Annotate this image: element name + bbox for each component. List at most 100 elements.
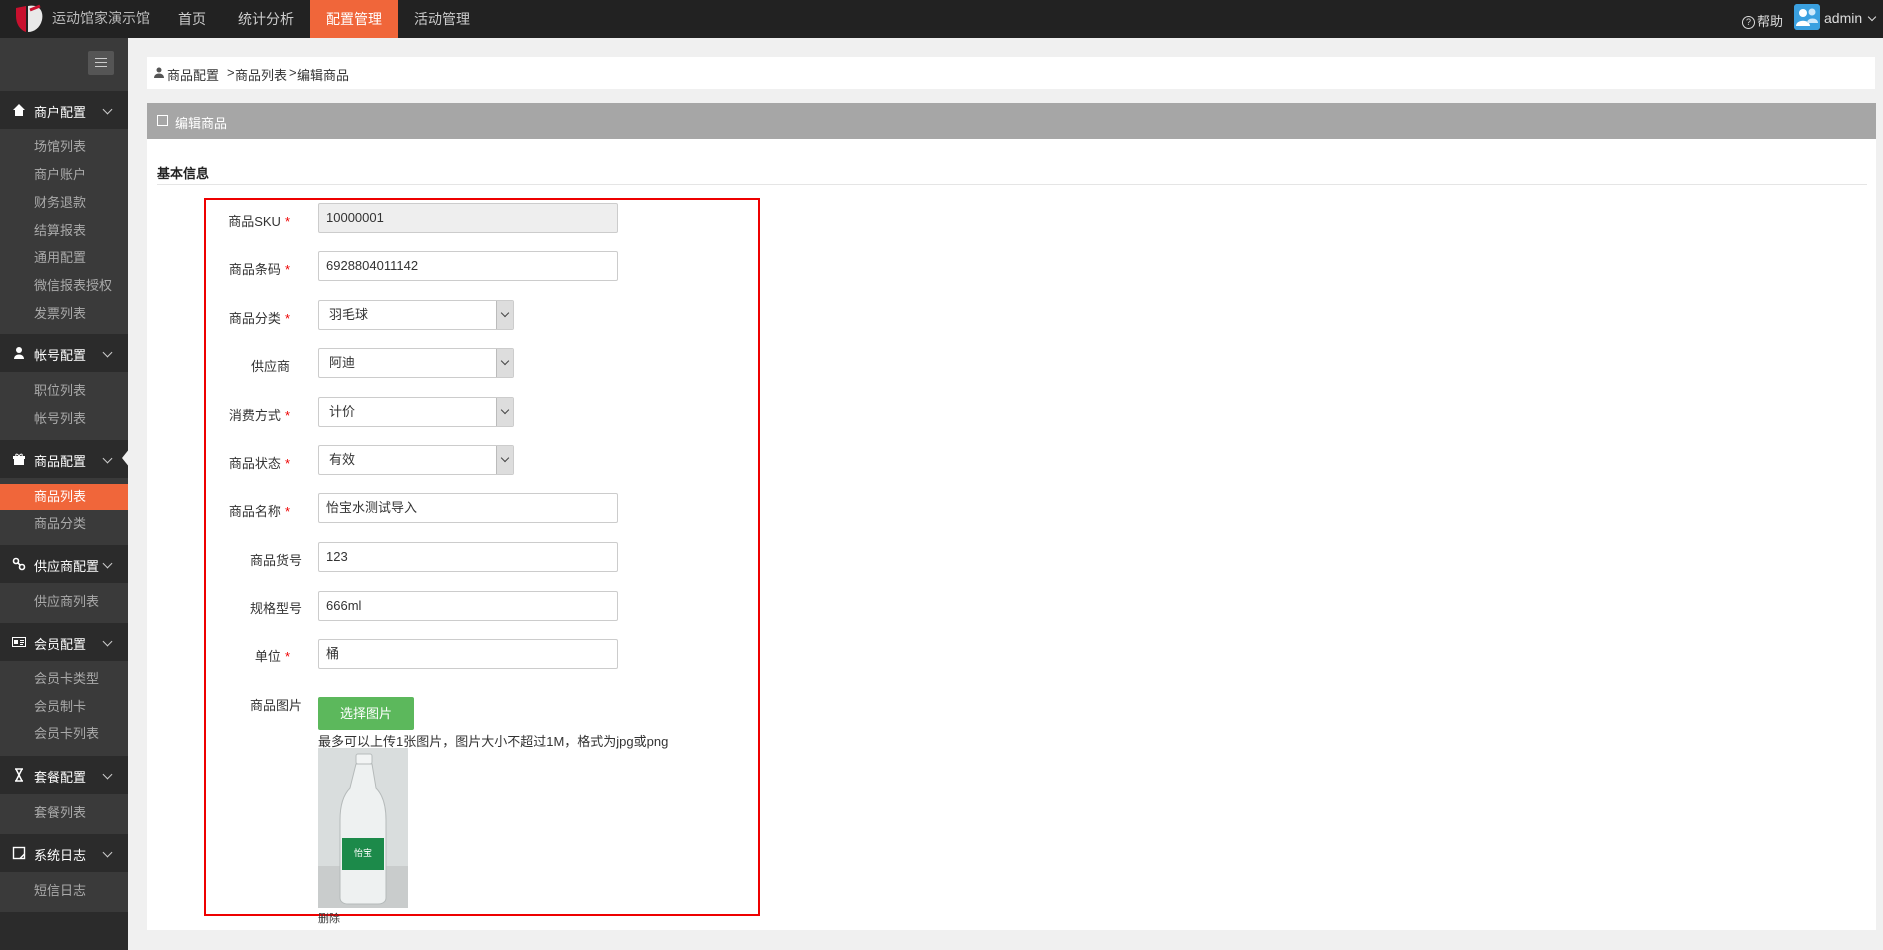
avatar[interactable] [1794,4,1820,30]
required-mark: * [284,408,290,423]
sidebar-item-refund[interactable]: 财务退款 [0,190,128,216]
sidebar-group-label: 系统日志 [34,848,87,863]
user-menu[interactable]: admin [1824,10,1877,26]
sidebar-group-supplier[interactable]: 供应商配置 [0,545,128,583]
category-select[interactable]: 羽毛球 [318,300,514,330]
menu-toggle-icon[interactable] [88,51,114,75]
sidebar-item-card-type[interactable]: 会员卡类型 [0,666,128,692]
sidebar-group-label: 套餐配置 [34,770,87,785]
sidebar-item-goods-category[interactable]: 商品分类 [0,511,128,537]
sidebar-item-package-list[interactable]: 套餐列表 [0,800,128,826]
breadcrumb: 商品配置 > 商品列表 > 编辑商品 [147,57,1875,89]
id-card-icon [12,637,26,647]
sidebar-group-merchant[interactable]: 商户配置 [0,91,128,129]
sidebar-item-goods-list[interactable]: 商品列表 [0,484,128,510]
nav-config[interactable]: 配置管理 [310,0,398,38]
sidebar-group-more[interactable] [0,912,128,950]
chevron-down-icon [496,446,513,474]
required-mark: * [284,311,290,326]
sidebar-item-general-config[interactable]: 通用配置 [0,245,128,271]
unit-input[interactable]: 桶 [318,639,618,669]
sidebar-item-invoice[interactable]: 发票列表 [0,301,128,327]
sidebar-item-card-list[interactable]: 会员卡列表 [0,721,128,747]
user-icon [154,67,164,78]
delete-image-link[interactable]: 删除 [318,910,340,926]
sidebar-group-package[interactable]: 套餐配置 [0,756,128,794]
status-select[interactable]: 有效 [318,445,514,475]
edit-icon [157,115,168,126]
label-text: 单位 [254,649,281,664]
breadcrumb-separator: > [227,65,235,80]
barcode-input[interactable]: 6928804011142 [318,251,618,281]
nav-statistics[interactable]: 统计分析 [222,0,310,38]
sidebar-item-settlement[interactable]: 结算报表 [0,218,128,244]
help-icon: ? [1742,16,1755,30]
field-label: 商品状态 * [180,453,290,472]
code-input[interactable]: 123 [318,542,618,572]
sidebar-group-syslog[interactable]: 系统日志 [0,834,128,872]
username: admin [1824,10,1863,26]
chevron-down-icon [102,453,113,464]
field-label: 单位 * [180,646,290,665]
select-value: 阿迪 [329,355,356,370]
sidebar-item-position-list[interactable]: 职位列表 [0,378,128,404]
sidebar-item-account-list[interactable]: 帐号列表 [0,406,128,432]
nav-home[interactable]: 首页 [162,0,222,38]
sidebar-group-account[interactable]: 帐号配置 [0,334,128,372]
sidebar: 商户配置 场馆列表 商户账户 财务退款 结算报表 通用配置 微信报表授权 发票列… [0,38,130,950]
label-text: 商品条码 [228,262,281,277]
label-text: 商品图片 [249,698,302,713]
chevron-down-icon [496,349,513,377]
sidebar-group-member[interactable]: 会员配置 [0,623,128,661]
consume-select[interactable]: 计价 [318,397,514,427]
sidebar-item-wechat-auth[interactable]: 微信报表授权 [0,273,128,299]
select-value: 计价 [329,404,356,419]
logo-icon [16,4,43,32]
breadcrumb-item[interactable]: 商品列表 [235,65,287,84]
hourglass-icon [15,768,23,782]
chevron-down-icon [102,847,113,858]
required-mark: * [284,262,290,277]
required-mark: * [284,214,290,229]
active-group-indicator [122,448,130,468]
sidebar-item-venue-list[interactable]: 场馆列表 [0,134,128,160]
sidebar-item-merchant-account[interactable]: 商户账户 [0,162,128,188]
sidebar-group-label: 供应商配置 [34,559,100,574]
top-bar: 运动馆家演示馆 首页 统计分析 配置管理 活动管理 ? 帮助 admin [0,0,1883,38]
chevron-down-icon [102,104,113,115]
required-mark: * [284,504,290,519]
label-text: 规格型号 [249,601,302,616]
breadcrumb-current: 编辑商品 [297,68,350,83]
field-label: 消费方式 * [180,405,290,424]
supplier-select[interactable]: 阿迪 [318,348,514,378]
sidebar-group-label: 会员配置 [34,637,87,652]
sidebar-item-card-make[interactable]: 会员制卡 [0,694,128,720]
required-mark: * [284,456,290,471]
field-label: 商品SKU * [180,211,290,230]
spec-input[interactable]: 666ml [318,591,618,621]
field-label: 商品分类 * [180,308,290,327]
sku-input[interactable]: 10000001 [318,203,618,233]
breadcrumb-item[interactable]: 商品配置 [167,65,219,84]
chevron-down-icon [102,347,113,358]
sidebar-item-supplier-list[interactable]: 供应商列表 [0,589,128,615]
label-text: 商品分类 [228,311,281,326]
home-icon [13,104,25,116]
sidebar-item-sms-log[interactable]: 短信日志 [0,878,128,904]
sidebar-group-label: 商户配置 [34,105,87,120]
chevron-down-icon [102,636,113,647]
nav-activity[interactable]: 活动管理 [398,0,486,38]
chevron-down-icon [496,301,513,329]
field-label: 商品货号 [192,550,302,569]
name-input[interactable]: 怡宝水测试导入 [318,493,618,523]
link-icon [12,557,26,571]
choose-image-button[interactable]: 选择图片 [318,697,414,730]
chevron-down-icon [102,558,113,569]
label-text: 商品SKU [228,214,281,229]
required-mark: * [284,649,290,664]
help-label: 帮助 [1757,14,1784,29]
chevron-down-icon [1867,12,1877,22]
sidebar-group-goods[interactable]: 商品配置 [0,440,128,478]
help-link[interactable]: ? 帮助 [1742,11,1783,30]
label-text: 商品状态 [228,456,281,471]
